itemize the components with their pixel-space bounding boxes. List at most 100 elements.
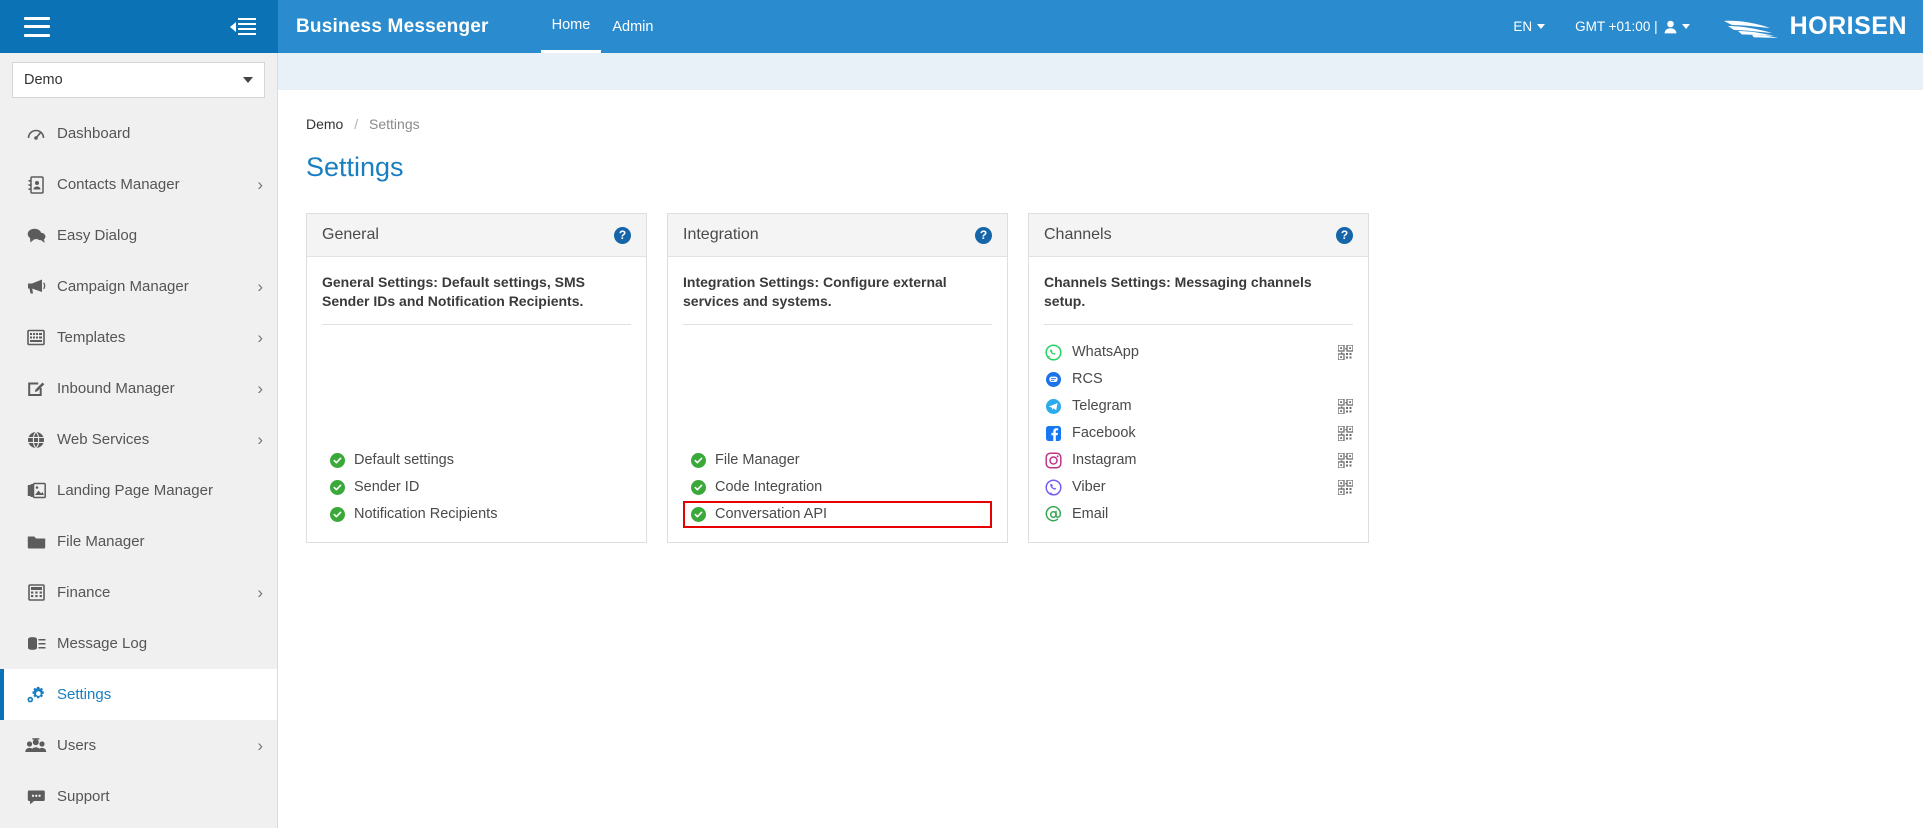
list-item-label: Code Integration (715, 479, 823, 496)
sidebar-item-inbound-manager[interactable]: Inbound Manager › (0, 363, 277, 414)
channel-row-rcs[interactable]: RCS (1044, 366, 1353, 393)
timezone-display: GMT +01:00 | (1575, 19, 1657, 34)
page-title: Settings (306, 152, 404, 182)
topbar-meta: EN GMT +01:00 | HORISEN (1513, 12, 1907, 41)
channel-row-telegram[interactable]: Telegram (1044, 393, 1354, 420)
list-item-label: Notification Recipients (354, 506, 498, 523)
chevron-right-icon: › (257, 277, 263, 296)
email-at-icon (1044, 505, 1062, 523)
sidebar-item-finance[interactable]: Finance › (0, 567, 277, 618)
list-item-conversation-api[interactable]: Conversation API (683, 500, 992, 528)
chevron-right-icon: › (257, 583, 263, 602)
megaphone-icon (24, 278, 48, 295)
breadcrumb-separator: / (354, 116, 359, 132)
check-circle-icon (691, 452, 706, 468)
qr-code-icon[interactable] (1337, 344, 1354, 361)
check-circle-icon (330, 506, 345, 522)
card-integration: Integration ? Integration Settings: Conf… (667, 213, 1008, 543)
sidebar-item-campaign-manager[interactable]: Campaign Manager › (0, 261, 277, 312)
wing-logo-icon (1723, 20, 1778, 38)
sidebar-item-landing-page-manager[interactable]: Landing Page Manager (0, 465, 277, 516)
account-select[interactable]: Demo (12, 62, 265, 98)
card-description: General Settings: Default settings, SMS … (322, 274, 585, 309)
sidebar-item-label: Support (57, 788, 110, 805)
sidebar-item-label: Settings (57, 686, 112, 703)
card-header: General ? (307, 214, 646, 257)
card-header: Integration ? (668, 214, 1007, 257)
hamburger-menu-icon[interactable] (24, 16, 50, 37)
list-item[interactable]: Default settings (322, 447, 631, 474)
list-item[interactable]: Code Integration (683, 474, 992, 501)
sidebar-item-label: Contacts Manager (57, 176, 180, 193)
card-header: Channels ? (1029, 214, 1368, 257)
sidebar-item-web-services[interactable]: Web Services › (0, 414, 277, 465)
sidebar-item-templates[interactable]: Templates › (0, 312, 277, 363)
channel-row-facebook[interactable]: Facebook (1044, 420, 1354, 447)
list-item[interactable]: Sender ID (322, 474, 631, 501)
card-general: General ? General Settings: Default sett… (306, 213, 647, 543)
sidebar-item-message-log[interactable]: Message Log (0, 618, 277, 669)
help-question-icon[interactable]: ? (614, 226, 631, 244)
sidebar-item-label: Dashboard (57, 125, 131, 142)
contacts-book-icon (24, 175, 48, 194)
user-account-menu[interactable] (1664, 20, 1690, 34)
account-selector-wrapper: Demo (0, 53, 277, 108)
channel-row-instagram[interactable]: Instagram (1044, 447, 1354, 474)
sidebar-item-file-manager[interactable]: File Manager (0, 516, 277, 567)
dashboard-gauge-icon (24, 125, 48, 143)
list-item[interactable]: File Manager (683, 447, 992, 474)
qr-code-icon[interactable] (1337, 425, 1354, 442)
help-question-icon[interactable]: ? (1336, 226, 1353, 244)
chevron-down-icon (1537, 24, 1546, 29)
qr-placeholder (1338, 372, 1353, 387)
topbar-left-section (0, 0, 278, 53)
main-nav: Home Admin (540, 0, 665, 53)
channel-row-email[interactable]: Email (1044, 501, 1353, 528)
language-label: EN (1513, 19, 1533, 34)
chevron-right-icon: › (257, 379, 263, 398)
sidebar-item-support[interactable]: Support (0, 771, 277, 822)
sidebar-item-dashboard[interactable]: Dashboard (0, 108, 277, 159)
images-stack-icon (24, 482, 48, 499)
folder-icon (24, 534, 48, 550)
account-select-value: Demo (24, 72, 63, 88)
sidebar-item-users[interactable]: Users › (0, 720, 277, 771)
check-circle-icon (330, 452, 345, 468)
help-question-icon[interactable]: ? (975, 226, 992, 244)
chevron-down-icon (243, 77, 253, 83)
qr-code-icon[interactable] (1337, 479, 1354, 496)
qr-code-icon[interactable] (1337, 452, 1354, 469)
breadcrumb-home[interactable]: Demo (306, 116, 343, 132)
chevron-down-icon (1681, 24, 1690, 29)
channel-label: Facebook (1072, 425, 1136, 442)
card-body: Integration Settings: Configure external… (668, 257, 1007, 542)
language-selector[interactable]: EN (1513, 19, 1546, 34)
channel-list: WhatsApp RCS Telegram Facebook Instagram… (1044, 339, 1354, 528)
sidebar-item-label: Landing Page Manager (57, 482, 213, 499)
sidebar-item-settings[interactable]: Settings (0, 669, 277, 720)
nav-link-home[interactable]: Home (540, 0, 602, 53)
qr-code-icon[interactable] (1337, 398, 1354, 415)
channel-row-viber[interactable]: Viber (1044, 474, 1354, 501)
card-title: Channels (1044, 226, 1112, 243)
check-circle-icon (691, 479, 706, 495)
list-item-label: Conversation API (715, 506, 828, 523)
list-item[interactable]: Notification Recipients (322, 501, 631, 528)
sidebar-item-easy-dialog[interactable]: Easy Dialog (0, 210, 277, 261)
card-description: Integration Settings: Configure external… (683, 274, 947, 309)
sidebar-menu: Dashboard Contacts Manager › Easy Dialog (0, 108, 277, 822)
main-area: Demo / Settings Settings General ? Gener… (278, 53, 1923, 828)
whatsapp-icon (1044, 343, 1062, 361)
card-title: Integration (683, 226, 759, 243)
collapse-sidebar-icon[interactable] (230, 17, 256, 37)
instagram-icon (1044, 451, 1062, 469)
channel-row-whatsapp[interactable]: WhatsApp (1044, 339, 1354, 366)
app-title: Business Messenger (296, 15, 489, 37)
template-grid-icon (24, 329, 48, 346)
card-description: Channels Settings: Messaging channels se… (1044, 274, 1312, 309)
main-content: Demo / Settings Settings General ? Gener… (278, 90, 1923, 828)
sidebar-item-contacts-manager[interactable]: Contacts Manager › (0, 159, 277, 210)
sidebar-item-label: Easy Dialog (57, 227, 138, 244)
channel-label: Instagram (1072, 452, 1137, 469)
nav-link-admin[interactable]: Admin (601, 0, 664, 53)
